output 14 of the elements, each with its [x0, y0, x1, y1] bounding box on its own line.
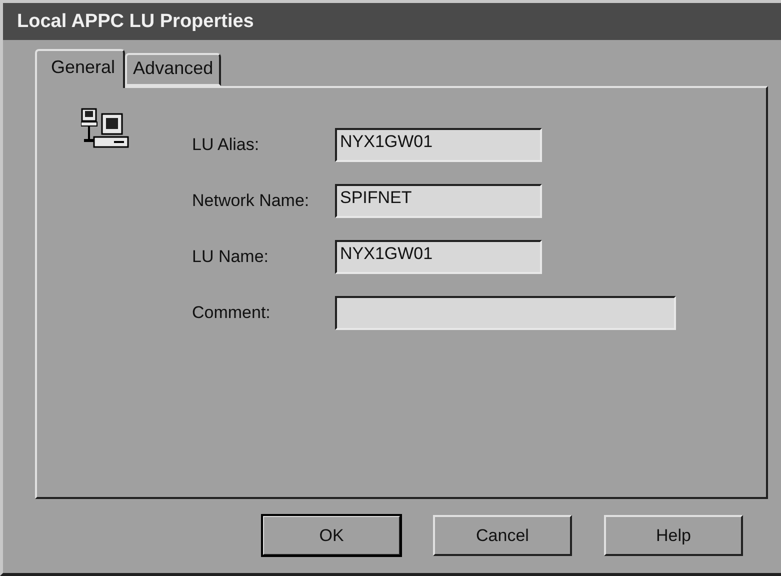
field-label: LU Name: [192, 247, 270, 267]
tab[interactable]: General [35, 49, 126, 88]
input-field[interactable] [335, 296, 676, 330]
dialog-button[interactable]: OK [262, 515, 401, 556]
input-field[interactable]: NYX1GW01 [335, 128, 542, 162]
field-label: Comment: [192, 303, 272, 323]
input-field[interactable]: SPIFNET [335, 184, 542, 218]
dialog-button[interactable]: Cancel [433, 515, 572, 556]
field-label: Network Name: [192, 191, 310, 211]
field-label: LU Alias: [192, 135, 260, 155]
window-title: Local APPC LU Properties [3, 3, 781, 40]
tab[interactable]: Advanced [125, 53, 222, 86]
dialog-button[interactable]: Help [604, 515, 743, 556]
input-field[interactable]: NYX1GW01 [335, 240, 542, 274]
